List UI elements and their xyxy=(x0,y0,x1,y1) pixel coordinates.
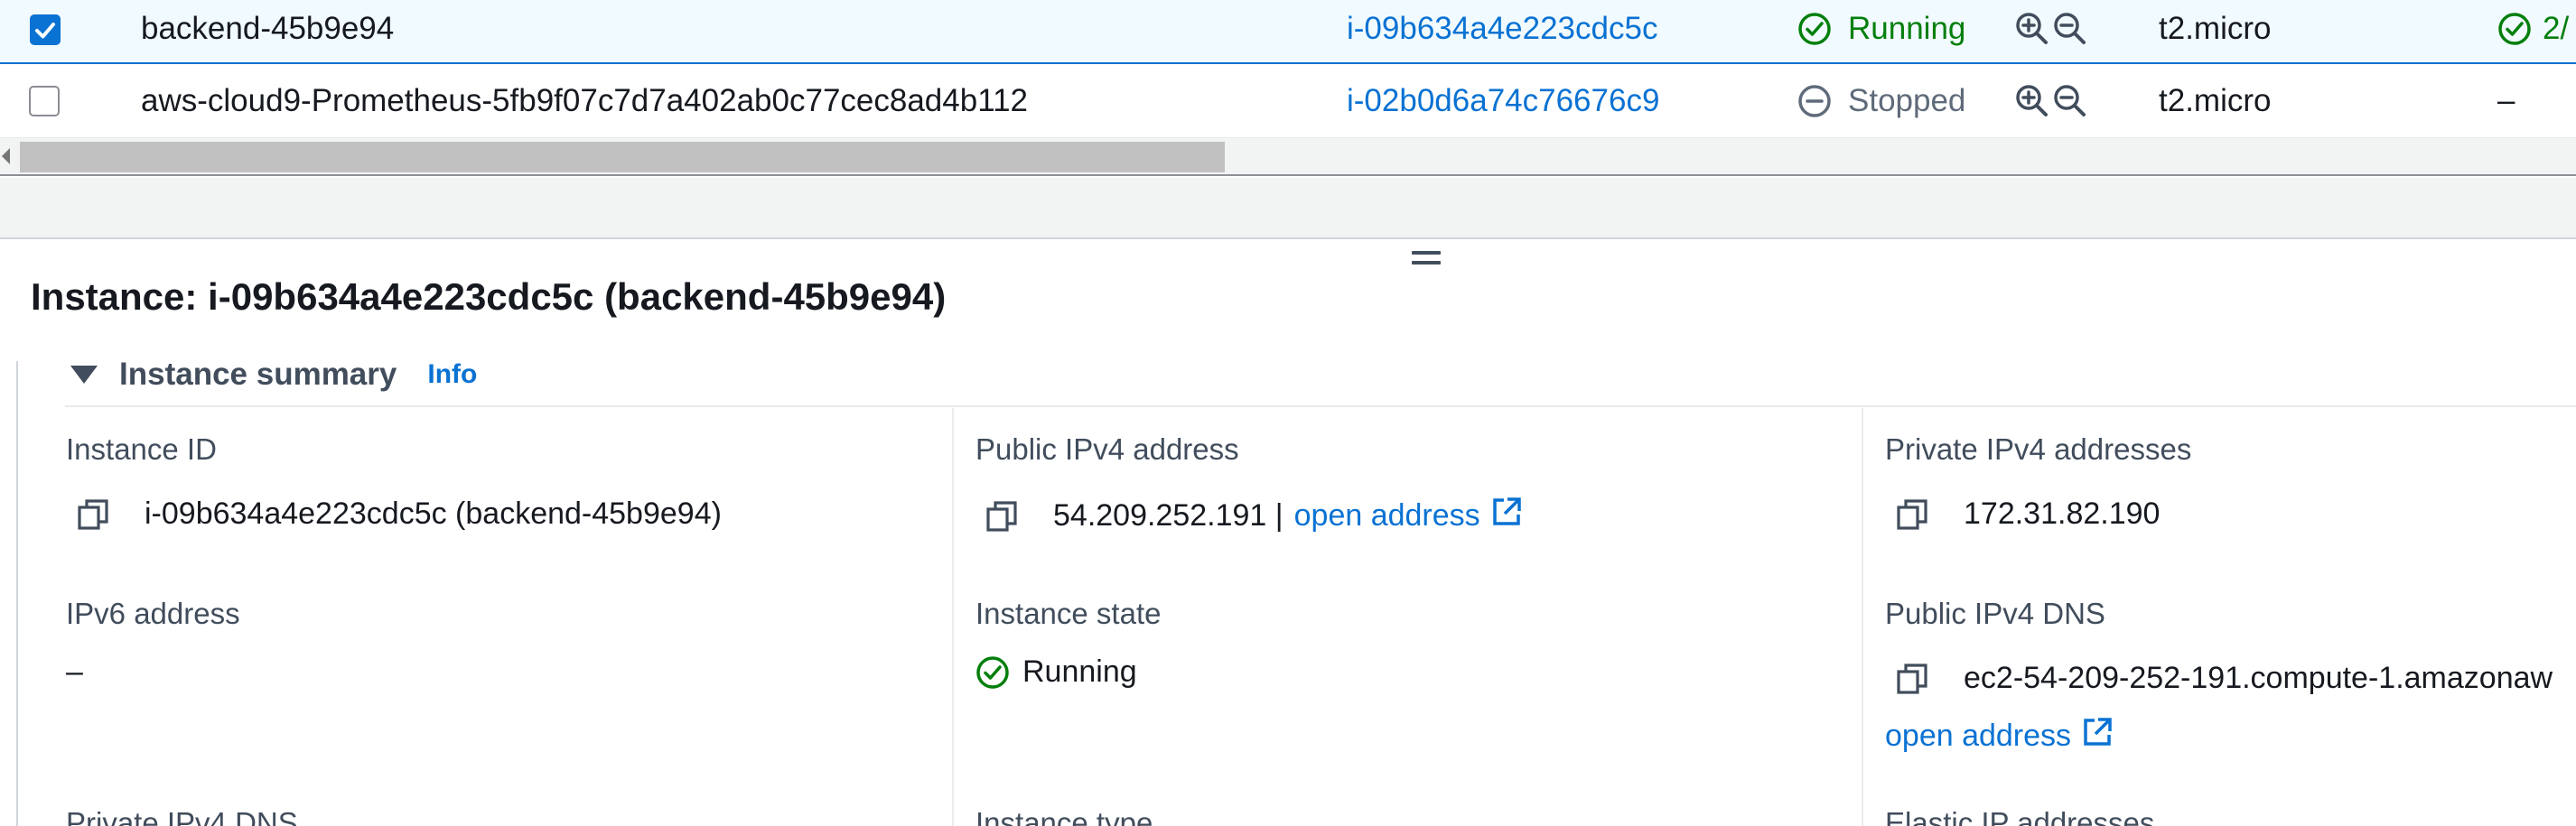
row-checkbox[interactable] xyxy=(29,86,60,116)
field-value-instance-id: i-09b634a4e223cdc5c (backend-45b9e94) xyxy=(78,497,722,532)
public-dns-value: ec2-54-209-252-191.compute-1.amazonaw xyxy=(1964,661,2553,695)
field-label-public-ipv4: Public IPv4 address xyxy=(975,432,1239,466)
instance-state: Stopped xyxy=(1797,64,1965,137)
field-label-private-dns: Private IPv4 DNS xyxy=(66,806,298,826)
instance-details-title: Instance: i-09b634a4e223cdc5c (backend-4… xyxy=(31,275,947,318)
zoom-in-icon[interactable] xyxy=(2014,83,2050,119)
column-divider xyxy=(952,408,954,826)
resize-handle-icon[interactable] xyxy=(1412,251,1441,269)
scrollbar-thumb[interactable] xyxy=(20,142,1225,172)
instance-type: t2.micro xyxy=(2159,10,2272,46)
field-label-instance-state: Instance state xyxy=(975,597,1162,630)
field-label-public-dns: Public IPv4 DNS xyxy=(1885,597,2105,630)
open-address-link[interactable]: open address xyxy=(1294,498,1480,534)
field-label-elastic-ip: Elastic IP addresses xyxy=(1885,806,2155,826)
instance-id-value: i-09b634a4e223cdc5c (backend-45b9e94) xyxy=(145,497,722,531)
zoom-out-icon[interactable] xyxy=(2052,83,2088,119)
caret-down-icon[interactable] xyxy=(70,366,98,384)
status-check-label: 2/ xyxy=(2543,10,2570,46)
public-ipv4-value: 54.209.252.191 | xyxy=(1053,498,1283,533)
copy-icon[interactable] xyxy=(78,498,108,530)
external-link-icon[interactable] xyxy=(2082,717,2113,756)
copy-icon[interactable] xyxy=(1897,498,1927,530)
row-checkbox[interactable] xyxy=(30,14,61,45)
field-value-public-ipv4: 54.209.252.191 | open address xyxy=(986,497,1522,535)
info-link[interactable]: Info xyxy=(427,359,477,390)
status-check: 2/ xyxy=(2497,0,2569,62)
status-ok-icon xyxy=(976,655,1009,689)
instance-id-link[interactable]: i-02b0d6a74c76676c9 xyxy=(1347,64,1659,137)
status-ok-icon xyxy=(2498,12,2531,45)
ec2-instances-page: backend-45b9e94 i-09b634a4e223cdc5c Runn… xyxy=(0,0,2576,826)
field-value-public-dns: ec2-54-209-252-191.compute-1.amazonaw xyxy=(1897,661,2553,696)
field-label-instance-id: Instance ID xyxy=(66,432,217,466)
status-stopped-icon xyxy=(1798,84,1831,117)
instance-state-label: Running xyxy=(1848,10,1966,46)
zoom-in-icon[interactable] xyxy=(2014,11,2050,47)
instance-state-value: Running xyxy=(1022,654,1137,689)
scroll-left-icon[interactable] xyxy=(2,148,10,164)
instance-name: backend-45b9e94 xyxy=(141,10,395,46)
status-ok-icon xyxy=(1798,12,1831,45)
table-row[interactable]: backend-45b9e94 i-09b634a4e223cdc5c Runn… xyxy=(0,0,2576,64)
ipv6-value: – xyxy=(66,654,83,689)
field-value-private-ipv4: 172.31.82.190 xyxy=(1897,497,2160,532)
instance-id-link[interactable]: i-09b634a4e223cdc5c xyxy=(1347,0,1657,62)
field-label-private-ipv4: Private IPv4 addresses xyxy=(1885,432,2192,466)
instance-summary-header[interactable]: Instance summary Info xyxy=(70,352,477,397)
external-link-icon[interactable] xyxy=(1491,497,1522,535)
public-dns-open-address: open address xyxy=(1885,717,2113,756)
field-label-ipv6: IPv6 address xyxy=(66,597,240,630)
open-address-link[interactable]: open address xyxy=(1885,719,2071,754)
column-divider xyxy=(1862,408,1863,826)
checkbox-checked-icon xyxy=(35,23,55,39)
field-value-instance-state: Running xyxy=(975,654,1137,690)
instance-type: t2.micro xyxy=(2159,82,2272,118)
status-check: – xyxy=(2497,82,2515,118)
zoom-controls xyxy=(2014,0,2088,62)
zoom-controls xyxy=(2014,64,2088,137)
horizontal-scrollbar[interactable] xyxy=(0,138,2576,176)
panel-border xyxy=(16,361,18,826)
private-ipv4-value: 172.31.82.190 xyxy=(1964,497,2161,531)
instance-state-label: Stopped xyxy=(1848,82,1966,118)
field-label-instance-type: Instance type xyxy=(975,806,1153,826)
split-panel-divider xyxy=(0,178,2576,239)
divider xyxy=(65,405,2576,407)
instance-summary-title: Instance summary xyxy=(119,357,397,392)
instance-state: Running xyxy=(1797,0,1965,62)
copy-icon[interactable] xyxy=(986,500,1017,532)
instance-name: aws-cloud9-Prometheus-5fb9f07c7d7a402ab0… xyxy=(141,82,1028,118)
zoom-out-icon[interactable] xyxy=(2052,11,2088,47)
copy-icon[interactable] xyxy=(1897,663,1927,694)
table-row[interactable]: aws-cloud9-Prometheus-5fb9f07c7d7a402ab0… xyxy=(0,64,2576,138)
